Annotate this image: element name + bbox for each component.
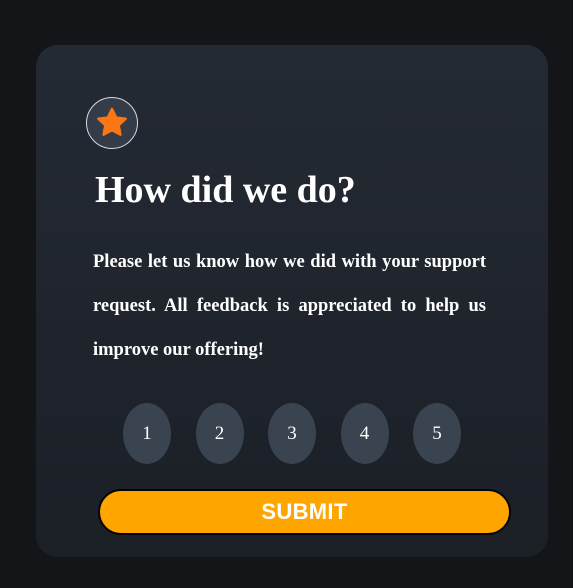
rating-options: 1 2 3 4 5 bbox=[123, 403, 461, 464]
star-icon bbox=[97, 107, 127, 136]
card-title: How did we do? bbox=[95, 169, 356, 211]
rating-option-1[interactable]: 1 bbox=[123, 403, 171, 464]
rating-option-5[interactable]: 5 bbox=[413, 403, 461, 464]
rating-card: How did we do? Please let us know how we… bbox=[36, 45, 548, 557]
rating-option-2[interactable]: 2 bbox=[195, 403, 244, 464]
card-description: Please let us know how we did with your … bbox=[93, 252, 486, 360]
star-badge bbox=[86, 97, 138, 149]
rating-option-3[interactable]: 3 bbox=[268, 403, 316, 464]
submit-button[interactable]: SUBMIT bbox=[98, 489, 511, 535]
rating-option-4[interactable]: 4 bbox=[340, 403, 389, 464]
